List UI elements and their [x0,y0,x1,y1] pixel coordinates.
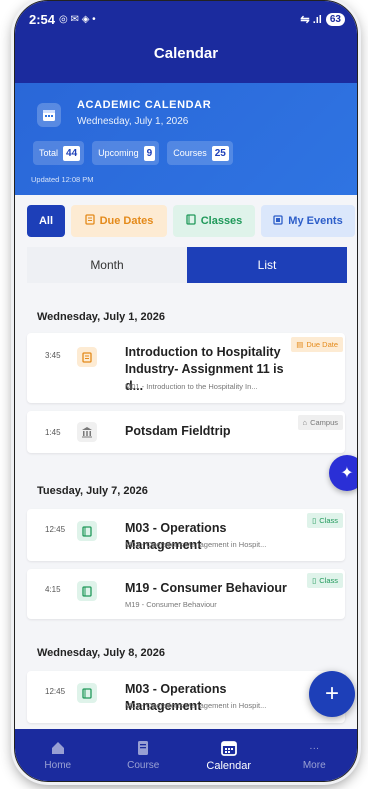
more-icon: ··· [309,742,320,754]
academic-date: Wednesday, July 1, 2026 [77,116,189,127]
status-bar: 2:54 ◎ ✉ ◈ • ⇋ .ıl 63 [29,10,345,28]
book-icon [77,521,97,541]
tab-list[interactable]: List [187,247,347,283]
app-header: 2:54 ◎ ✉ ◈ • ⇋ .ıl 63 Calendar [15,1,357,83]
book-icon [186,214,196,228]
book-icon [134,739,152,757]
book-icon: ▯ [312,516,317,525]
badge-label: Class [319,576,338,585]
status-badge: ▯ Class [307,573,343,588]
book-icon: ▯ [312,576,317,585]
stat-label: Courses [173,148,207,158]
list-item[interactable]: 3:45 Introduction to Hospitality Industr… [27,333,345,403]
building-icon: ⌂ [302,418,308,427]
tab-month[interactable]: Month [27,247,187,283]
nav-label: Calendar [206,759,252,772]
event-time: 1:45 [45,428,61,437]
chip-label: Due Dates [99,215,154,227]
page-title: Calendar [153,45,219,62]
nav-course[interactable]: Course [101,729,187,781]
stat-value: 9 [143,145,156,161]
stat-label: Total [39,148,59,158]
event-time: 12:45 [45,525,66,534]
event-list: Wednesday, July 1, 2026 3:45 Introductio… [15,291,357,731]
filter-all-chip[interactable]: All [27,205,65,237]
badge-label: Class [319,516,338,525]
nav-calendar[interactable]: Calendar [186,729,272,781]
filter-due-dates-chip[interactable]: Due Dates [71,205,167,237]
battery-icon: 63 [325,12,345,26]
badge-label: Campus [310,418,338,427]
ai-assistant-button[interactable]: ✦ [329,455,357,491]
chip-label: Classes [200,215,243,227]
list-item[interactable]: 1:45 Potsdam Fieldtrip ⌂ Campus [27,411,345,453]
event-time: 3:45 [45,351,61,360]
event-subtitle: M03 - Operations Management in Hospit... [125,701,267,710]
view-toggle: Month List [27,247,347,283]
stat-value: 25 [211,145,229,161]
nav-home[interactable]: Home [15,729,101,781]
status-time: 2:54 [29,11,56,27]
status-badge: ⌂ Campus [297,415,343,430]
list-item[interactable]: 4:15 M19 - Consumer Behaviour M19 - Cons… [27,569,345,619]
nav-label: Course [127,760,160,771]
home-icon [49,739,67,757]
stat-total: Total 44 [33,141,85,165]
nav-label: More [302,760,326,771]
stat-value: 44 [63,145,81,161]
event-time: 4:15 [45,585,61,594]
academic-title: ACADEMIC CALENDAR [77,99,212,111]
list-item[interactable]: 12:45 M03 - Operations Management M03 - … [27,509,345,561]
day-header: Tuesday, July 7, 2026 [37,485,148,497]
stat-upcoming: Upcoming 9 [92,141,160,165]
list-item[interactable]: 12:45 M03 - Operations Management M03 - … [27,671,345,723]
signal-icon: ⇋ .ıl [300,13,322,26]
event-title: Potsdam Fieldtrip [125,424,231,438]
badge-label: Due Date [306,340,338,349]
sparkle-icon: ✦ [340,465,354,482]
chip-label: All [38,215,54,227]
book-icon [77,581,97,601]
event-title: M19 - Consumer Behaviour [125,581,287,595]
academic-calendar-card: ACADEMIC CALENDAR Wednesday, July 1, 202… [15,83,357,195]
status-left-icons: ◎ ✉ ◈ • [59,13,96,25]
event-time: 12:45 [45,687,66,696]
event-subtitle: M01 - Introduction to the Hospitality In… [125,382,258,391]
status-badge: ▤ Due Date [291,337,343,352]
day-header: Wednesday, July 8, 2026 [37,647,165,659]
bottom-nav: Home Course Calendar ··· More [15,729,357,781]
updated-time: Updated 12:08 PM [31,175,94,184]
document-icon [77,347,97,367]
document-icon [84,214,95,228]
nav-label: Home [44,760,72,771]
event-subtitle: M19 - Consumer Behaviour [125,600,217,609]
nav-more[interactable]: ··· More [272,729,358,781]
chip-label: My Events [288,215,343,227]
building-icon [77,422,97,442]
status-badge: ▯ Class [307,513,343,528]
stats-row: Total 44 Upcoming 9 Courses 25 [33,141,233,165]
calendar-icon [220,739,238,757]
filter-my-events-chip[interactable]: My Events [261,205,355,237]
phone-frame: 2:54 ◎ ✉ ◈ • ⇋ .ıl 63 Calendar ACADEMIC … [14,0,358,782]
event-subtitle: M03 - Operations Management in Hospit... [125,540,267,549]
filter-classes-chip[interactable]: Classes [173,205,255,237]
day-header: Wednesday, July 1, 2026 [37,311,165,323]
plus-icon: + [324,680,339,707]
calendar-icon [37,103,61,127]
event-icon [273,214,283,228]
add-event-button[interactable]: + [309,671,355,717]
stat-label: Upcoming [98,148,139,158]
book-icon [77,683,97,703]
filter-chips: All Due Dates Classes My Events [27,205,355,237]
document-icon: ▤ [296,340,304,349]
stat-courses: Courses 25 [167,141,233,165]
